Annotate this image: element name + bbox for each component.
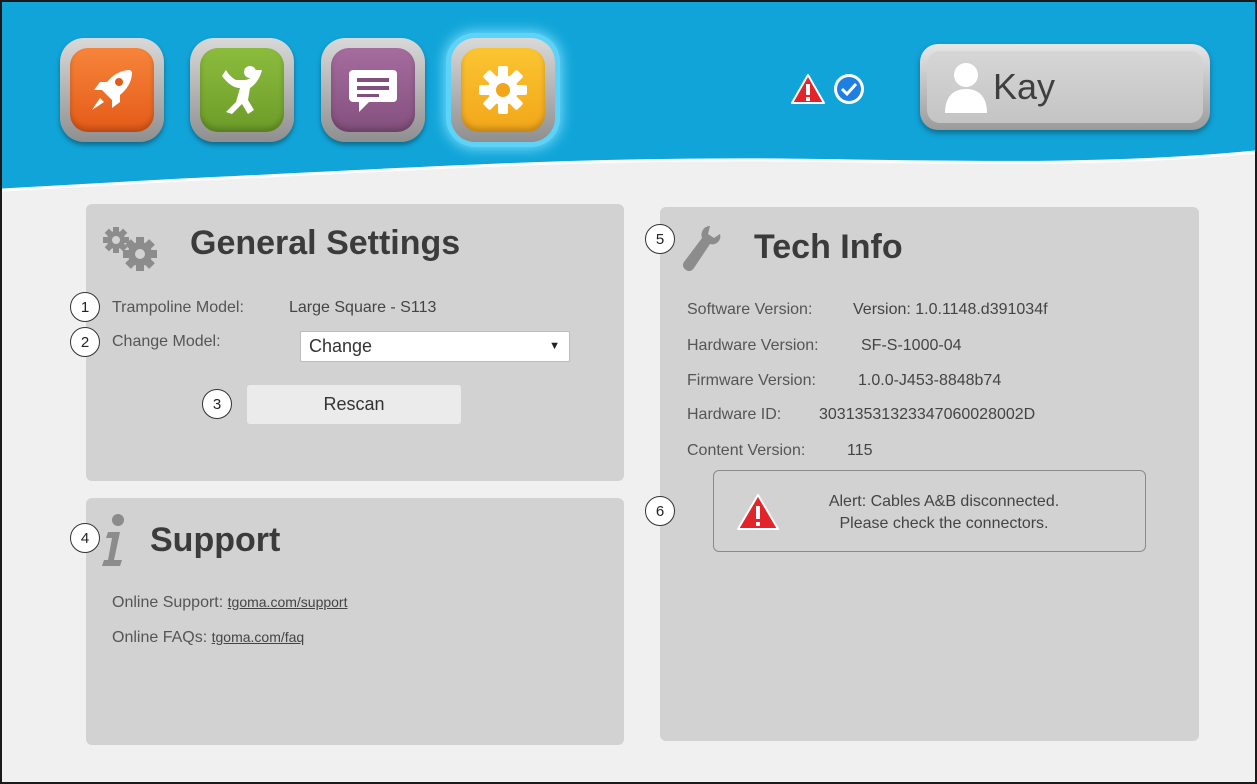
header-bar: Kay <box>2 2 1255 202</box>
content-version-label: Content Version: <box>687 442 806 459</box>
rescan-button[interactable]: Rescan <box>247 385 461 424</box>
info-icon <box>102 514 124 566</box>
alert-box: Alert: Cables A&B disconnected. Please c… <box>713 470 1146 552</box>
user-avatar-icon <box>945 63 987 113</box>
nav-activity-button[interactable] <box>190 38 294 142</box>
person-jumping-icon <box>222 66 262 114</box>
software-version-value: Version: 1.0.1148.d391034f <box>853 301 1048 318</box>
hardware-id-value: 3031353132334706002800​2D <box>819 406 1036 423</box>
nav-messages-button[interactable] <box>321 38 425 142</box>
content-version-value: 115 <box>847 442 873 459</box>
trampoline-model-value: Large Square - S113 <box>289 299 437 316</box>
support-title: Support <box>150 521 281 559</box>
software-version-label: Software Version: <box>687 301 813 318</box>
callout-6: 6 <box>645 496 675 526</box>
user-name: Kay <box>993 66 1056 107</box>
change-model-dropdown[interactable]: Change ▼ <box>300 331 570 362</box>
callout-5: 5 <box>645 224 675 254</box>
wrench-icon <box>682 226 721 272</box>
firmware-version-label: Firmware Version: <box>687 372 816 389</box>
online-faqs-link[interactable]: tgoma.com/faq <box>212 629 305 645</box>
app-window: Kay General Settings 1 Trampoline Model:… <box>0 0 1257 784</box>
alert-line-1: Alert: Cables A&B disconnected. <box>828 493 1060 510</box>
online-faqs-row: Online FAQs: tgoma.com/faq <box>112 629 304 647</box>
callout-4: 4 <box>70 523 100 553</box>
gear-icon <box>479 66 527 114</box>
callout-2: 2 <box>70 327 100 357</box>
change-model-selected: Change <box>309 336 373 356</box>
tech-info-title: Tech Info <box>754 228 903 266</box>
alert-line-2: Please check the connectors. <box>839 515 1049 532</box>
callout-1: 1 <box>70 292 100 322</box>
hardware-id-label: Hardware ID: <box>687 406 782 423</box>
general-settings-title: General Settings <box>190 224 461 262</box>
user-profile-button[interactable]: Kay <box>920 44 1210 130</box>
online-support-label: Online Support: <box>112 594 224 611</box>
hardware-version-label: Hardware Version: <box>687 337 819 354</box>
trampoline-model-label: Trampoline Model: <box>112 299 244 316</box>
alert-message: Alert: Cables A&B disconnected. Please c… <box>814 491 1074 535</box>
rocket-icon <box>92 70 132 110</box>
alert-warning-icon <box>737 494 779 530</box>
warning-icon[interactable] <box>790 73 826 105</box>
change-model-label: Change Model: <box>112 333 221 350</box>
firmware-version-value: 1.0.0-J453-8848b74 <box>858 372 1002 389</box>
online-support-row: Online Support: tgoma.com/support <box>112 594 347 612</box>
callout-3: 3 <box>202 389 232 419</box>
hardware-version-value: SF-S-1000-04 <box>861 337 962 354</box>
nav-launch-button[interactable] <box>60 38 164 142</box>
status-indicators <box>790 72 866 106</box>
gears-icon <box>103 227 157 271</box>
chat-bubble-icon <box>349 70 397 112</box>
nav-settings-button[interactable] <box>451 38 555 142</box>
dropdown-arrow-icon: ▼ <box>549 340 560 352</box>
online-support-link[interactable]: tgoma.com/support <box>228 594 348 610</box>
online-faqs-label: Online FAQs: <box>112 629 208 646</box>
check-circle-icon[interactable] <box>832 72 866 106</box>
